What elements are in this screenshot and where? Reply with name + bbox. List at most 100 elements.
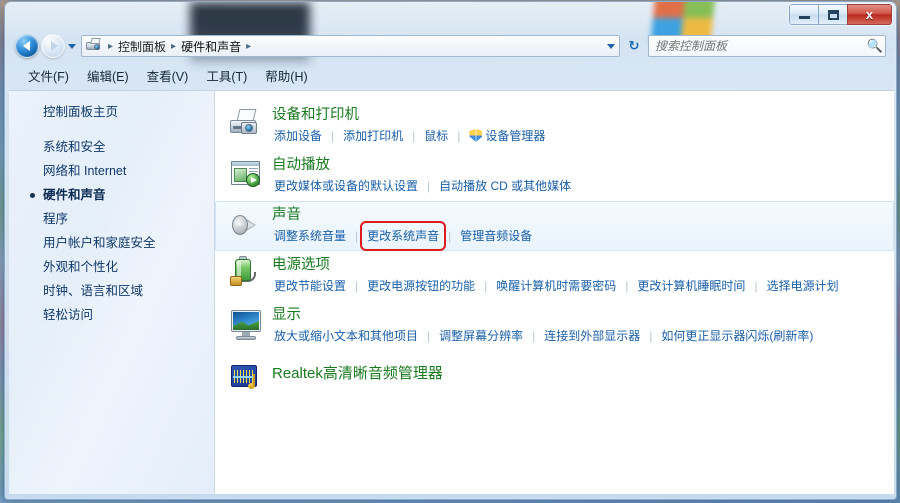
section-realtek-audio-manager[interactable]: Realtek高清晰音频管理器 [215,351,894,405]
link-connect-external-display[interactable]: 连接到外部显示器 [542,326,642,346]
menu-view[interactable]: 查看(V) [138,64,198,87]
address-dropdown-button[interactable] [603,43,619,49]
link-choose-power-plan[interactable]: 选择电源计划 [765,276,841,296]
link-device-manager-label: 设备管理器 [485,129,546,143]
sidebar-item-network-and-internet[interactable]: 网络和 Internet [9,159,214,183]
sidebar-item-system-and-security[interactable]: 系统和安全 [9,135,214,159]
minimize-icon [798,16,810,19]
link-play-cd-or-other-media[interactable]: 自动播放 CD 或其他媒体 [437,176,573,196]
link-divider: | [427,179,431,193]
window-controls: x [789,4,892,25]
breadcrumb-control-panel[interactable]: 控制面板 [114,38,170,55]
link-change-system-sounds[interactable]: 更改系统声音 [360,221,447,251]
address-bar-row: ▸ 控制面板 ▸ 硬件和声音 ▸ ↻ 🔍 [5,32,896,60]
link-mouse[interactable]: 鼠标 [422,126,450,146]
section-title-devices-and-printers[interactable]: 设备和打印机 [272,106,359,125]
link-change-sleep-time[interactable]: 更改计算机睡眠时间 [635,276,747,296]
link-divider: | [625,279,629,293]
link-make-text-larger-smaller[interactable]: 放大或缩小文本和其他项目 [272,326,420,346]
section-links: 添加设备 | 添加打印机 | 鼠标 | 设备管理器 [272,126,547,146]
minimize-button[interactable] [789,4,818,25]
link-divider: | [355,229,359,243]
autoplay-icon [228,156,268,196]
control-panel-window: x ▸ 控制面板 ▸ 硬件和声音 ▸ ↻ 搜索控制面板 🔍 文件(F) 编辑(E… [4,1,897,500]
sidebar-item-hardware-and-sound[interactable]: 硬件和声音 [9,183,214,207]
link-add-device[interactable]: 添加设备 [272,126,324,146]
menu-tools[interactable]: 工具(T) [197,64,256,87]
section-sound[interactable]: 声音 调整系统音量 | 更改系统声音 | 管理音频设备 [215,201,894,251]
link-divider: | [457,129,461,143]
section-display[interactable]: 显示 放大或缩小文本和其他项目 | 调整屏幕分辨率 | 连接到外部显示器 | 如… [215,301,894,351]
back-button[interactable] [15,34,39,58]
link-change-power-button-function[interactable]: 更改电源按钮的功能 [365,276,477,296]
breadcrumb-separator-2: ▸ [246,40,252,52]
link-divider: | [484,279,488,293]
link-change-default-media-settings[interactable]: 更改媒体或设备的默认设置 [272,176,420,196]
chevron-down-icon [607,43,615,49]
link-adjust-screen-resolution[interactable]: 调整屏幕分辨率 [437,326,525,346]
window-body: 控制面板主页 系统和安全 网络和 Internet 硬件和声音 程序 用户帐户和… [9,90,894,494]
section-title-display[interactable]: 显示 [272,306,301,325]
link-divider: | [754,279,758,293]
menu-help[interactable]: 帮助(H) [256,64,316,87]
section-autoplay[interactable]: 自动播放 更改媒体或设备的默认设置 | 自动播放 CD 或其他媒体 [215,151,894,201]
section-body: 声音 调整系统音量 | 更改系统声音 | 管理音频设备 [268,206,534,251]
section-title-realtek-audio-manager[interactable]: Realtek高清晰音频管理器 [272,364,443,383]
sidebar-item-appearance[interactable]: 外观和个性化 [9,255,214,279]
breadcrumb-hardware-and-sound[interactable]: 硬件和声音 [177,38,245,55]
uac-shield-icon [469,129,483,142]
section-body: 设备和打印机 添加设备 | 添加打印机 | 鼠标 | 设备管理器 [268,106,547,146]
link-fix-display-flicker[interactable]: 如何更正显示器闪烁(刷新率) [659,326,815,346]
link-require-password-on-wakeup[interactable]: 唤醒计算机时需要密码 [494,276,618,296]
link-manage-audio-devices[interactable]: 管理音频设备 [458,226,534,246]
control-panel-icon [86,38,104,54]
refresh-button[interactable]: ↻ [622,35,646,57]
link-add-printer[interactable]: 添加打印机 [341,126,405,146]
section-body: 电源选项 更改节能设置 | 更改电源按钮的功能 | 唤醒计算机时需要密码 | 更… [268,256,841,296]
search-box[interactable]: 🔍 [648,35,886,57]
power-battery-icon [228,256,268,296]
content-area: 设备和打印机 添加设备 | 添加打印机 | 鼠标 | 设备管理器 自动播放 更改… [215,91,894,494]
section-body: 显示 放大或缩小文本和其他项目 | 调整屏幕分辨率 | 连接到外部显示器 | 如… [268,306,815,346]
close-icon: x [865,7,874,22]
sidebar-item-control-panel-home[interactable]: 控制面板主页 [9,100,214,124]
sidebar-item-ease-of-access[interactable]: 轻松访问 [9,303,214,327]
maximize-icon [827,9,839,20]
link-adjust-system-volume[interactable]: 调整系统音量 [272,226,348,246]
link-divider: | [355,279,359,293]
section-title-sound[interactable]: 声音 [272,206,301,225]
close-button[interactable]: x [847,4,892,25]
history-dropdown-button[interactable] [65,34,79,58]
title-bar: x [5,2,896,28]
chevron-down-icon [68,43,76,49]
realtek-audio-icon [228,360,268,400]
section-links: 调整系统音量 | 更改系统声音 | 管理音频设备 [272,221,534,251]
breadcrumb-separator-0: ▸ [108,40,114,52]
display-monitor-icon [228,306,268,346]
search-input[interactable] [649,39,865,53]
address-bar[interactable]: ▸ 控制面板 ▸ 硬件和声音 ▸ [81,35,620,57]
sidebar-item-user-accounts[interactable]: 用户帐户和家庭安全 [9,231,214,255]
search-icon: 🔍 [866,38,884,53]
section-title-autoplay[interactable]: 自动播放 [272,156,330,175]
maximize-button[interactable] [818,4,847,25]
sidebar-item-programs[interactable]: 程序 [9,207,214,231]
back-arrow-icon [22,41,30,51]
section-devices-and-printers[interactable]: 设备和打印机 添加设备 | 添加打印机 | 鼠标 | 设备管理器 [215,101,894,151]
link-divider: | [649,329,653,343]
section-power-options[interactable]: 电源选项 更改节能设置 | 更改电源按钮的功能 | 唤醒计算机时需要密码 | 更… [215,251,894,301]
link-change-battery-settings[interactable]: 更改节能设置 [272,276,348,296]
section-links: 放大或缩小文本和其他项目 | 调整屏幕分辨率 | 连接到外部显示器 | 如何更正… [272,326,815,346]
devices-and-printers-icon [228,106,268,146]
link-divider: | [331,129,335,143]
forward-button[interactable] [41,34,65,58]
sidebar-item-clock-language-region[interactable]: 时钟、语言和区域 [9,279,214,303]
forward-arrow-icon [50,41,58,51]
link-device-manager[interactable]: 设备管理器 [467,126,547,146]
link-divider: | [448,229,452,243]
menu-file[interactable]: 文件(F) [19,64,78,87]
refresh-icon: ↻ [628,38,640,53]
menu-edit[interactable]: 编辑(E) [78,64,138,87]
sidebar: 控制面板主页 系统和安全 网络和 Internet 硬件和声音 程序 用户帐户和… [9,91,215,494]
section-title-power-options[interactable]: 电源选项 [272,256,330,275]
